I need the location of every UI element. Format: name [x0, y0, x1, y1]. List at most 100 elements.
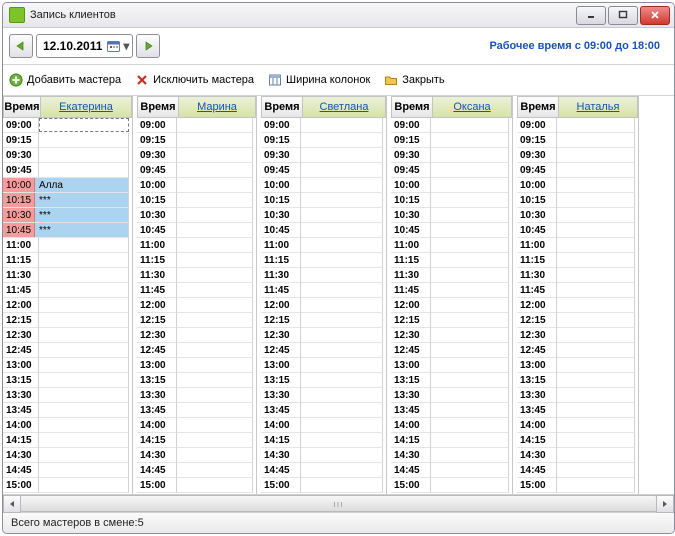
- master-header[interactable]: Екатерина: [40, 96, 132, 118]
- slot-cell[interactable]: [177, 388, 253, 403]
- slot-cell[interactable]: [557, 313, 635, 328]
- appointment-cell[interactable]: 10:30***: [3, 208, 129, 223]
- slot-cell[interactable]: [177, 343, 253, 358]
- appointment-cell[interactable]: 10:00Алла: [3, 178, 129, 193]
- slot-cell[interactable]: [39, 358, 129, 373]
- slot-cell[interactable]: [557, 253, 635, 268]
- slot-cell[interactable]: [431, 208, 509, 223]
- slot-cell[interactable]: [39, 388, 129, 403]
- slot-cell[interactable]: [301, 193, 383, 208]
- slot-cell[interactable]: [301, 268, 383, 283]
- slot-cell[interactable]: [177, 283, 253, 298]
- slot-cell[interactable]: [301, 313, 383, 328]
- slot-cell[interactable]: [301, 388, 383, 403]
- slot-cell[interactable]: [177, 208, 253, 223]
- slot-cell[interactable]: [431, 298, 509, 313]
- slot-cell[interactable]: [557, 433, 635, 448]
- slot-cell[interactable]: [557, 223, 635, 238]
- slot-cell[interactable]: [431, 223, 509, 238]
- slot-cell[interactable]: [301, 373, 383, 388]
- appointment-cell[interactable]: 10:15***: [3, 193, 129, 208]
- slot-cell[interactable]: [431, 358, 509, 373]
- slot-cell[interactable]: [177, 118, 253, 133]
- slot-cell[interactable]: [177, 478, 253, 493]
- master-header[interactable]: Наталья: [558, 96, 638, 118]
- slot-cell[interactable]: [301, 208, 383, 223]
- slot-cell[interactable]: [39, 148, 129, 163]
- slot-cell[interactable]: [39, 118, 129, 132]
- slot-cell[interactable]: [177, 373, 253, 388]
- slot-cell[interactable]: [557, 193, 635, 208]
- slot-cell[interactable]: [301, 478, 383, 493]
- master-header[interactable]: Марина: [178, 96, 256, 118]
- slot-cell[interactable]: [431, 253, 509, 268]
- slot-cell[interactable]: [557, 118, 635, 133]
- maximize-button[interactable]: [608, 6, 638, 25]
- slot-cell[interactable]: [557, 403, 635, 418]
- slot-cell[interactable]: [301, 418, 383, 433]
- slot-cell[interactable]: [431, 193, 509, 208]
- slot-cell[interactable]: [39, 328, 129, 343]
- slot-cell[interactable]: [177, 358, 253, 373]
- slot-cell[interactable]: [431, 433, 509, 448]
- slot-cell[interactable]: [177, 418, 253, 433]
- slot-cell[interactable]: [301, 283, 383, 298]
- slot-cell[interactable]: [301, 403, 383, 418]
- slot-cell[interactable]: [39, 283, 129, 298]
- slot-cell[interactable]: [301, 253, 383, 268]
- slot-cell[interactable]: [39, 253, 129, 268]
- slot-cell[interactable]: [39, 268, 129, 283]
- slot-cell[interactable]: [557, 178, 635, 193]
- slot-cell[interactable]: [39, 403, 129, 418]
- slot-cell[interactable]: [431, 313, 509, 328]
- close-window-button[interactable]: [640, 6, 670, 25]
- slot-cell[interactable]: [301, 358, 383, 373]
- slot-cell[interactable]: [39, 463, 129, 478]
- slot-cell[interactable]: [177, 178, 253, 193]
- slot-cell[interactable]: [177, 298, 253, 313]
- slot-cell[interactable]: [431, 328, 509, 343]
- slot-cell[interactable]: [557, 208, 635, 223]
- slot-cell[interactable]: [431, 373, 509, 388]
- slot-cell[interactable]: [557, 163, 635, 178]
- slot-cell[interactable]: [301, 298, 383, 313]
- slot-cell[interactable]: [431, 418, 509, 433]
- slot-cell[interactable]: [557, 328, 635, 343]
- scroll-thumb[interactable]: ııı: [20, 495, 657, 512]
- slot-cell[interactable]: [431, 343, 509, 358]
- slot-cell[interactable]: [431, 268, 509, 283]
- slot-cell[interactable]: [557, 388, 635, 403]
- slot-cell[interactable]: [301, 223, 383, 238]
- slot-cell[interactable]: [431, 448, 509, 463]
- slot-cell[interactable]: [557, 133, 635, 148]
- slot-cell[interactable]: [301, 448, 383, 463]
- slot-cell[interactable]: [557, 418, 635, 433]
- close-button[interactable]: Закрыть: [384, 73, 444, 87]
- slot-cell[interactable]: [39, 343, 129, 358]
- slot-cell[interactable]: [301, 118, 383, 133]
- slot-cell[interactable]: [177, 403, 253, 418]
- add-master-button[interactable]: Добавить мастера: [9, 73, 121, 87]
- slot-cell[interactable]: [557, 448, 635, 463]
- minimize-button[interactable]: [576, 6, 606, 25]
- appointment-cell[interactable]: 10:45***: [3, 223, 129, 238]
- slot-cell[interactable]: [39, 298, 129, 313]
- slot-cell[interactable]: [431, 163, 509, 178]
- slot-cell[interactable]: [39, 133, 129, 148]
- slot-cell[interactable]: [431, 238, 509, 253]
- slot-cell[interactable]: [431, 178, 509, 193]
- date-picker[interactable]: 12.10.2011 ▾: [36, 34, 133, 58]
- slot-cell[interactable]: [557, 268, 635, 283]
- slot-cell[interactable]: [431, 133, 509, 148]
- slot-cell[interactable]: [301, 238, 383, 253]
- slot-cell[interactable]: [39, 448, 129, 463]
- slot-cell[interactable]: [177, 193, 253, 208]
- scroll-left-button[interactable]: [3, 495, 21, 513]
- slot-cell[interactable]: [39, 478, 129, 493]
- slot-cell[interactable]: [557, 283, 635, 298]
- slot-cell[interactable]: [39, 418, 129, 433]
- slot-cell[interactable]: [177, 223, 253, 238]
- slot-cell[interactable]: [431, 118, 509, 133]
- slot-cell[interactable]: [177, 463, 253, 478]
- slot-cell[interactable]: [431, 403, 509, 418]
